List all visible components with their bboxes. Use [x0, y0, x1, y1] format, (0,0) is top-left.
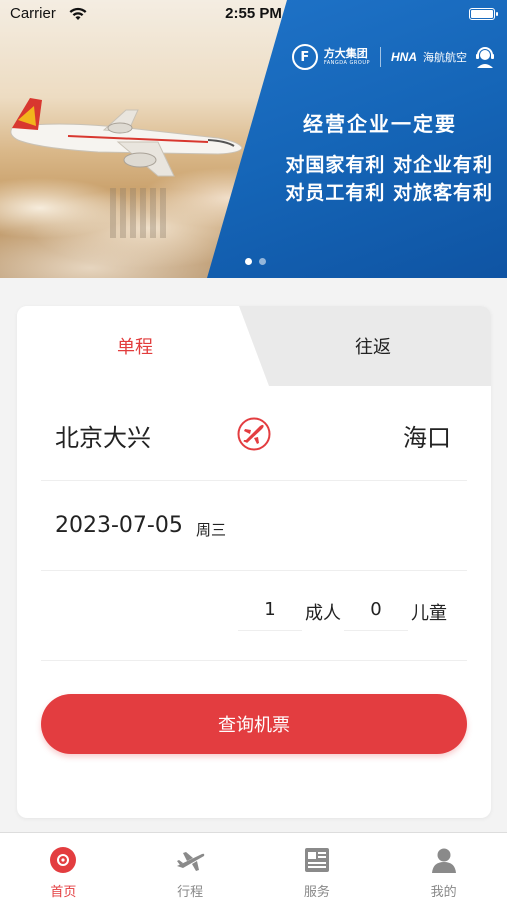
news-icon: [304, 848, 329, 872]
tabbar-label-profile: 我的: [430, 885, 457, 900]
battery-icon: [469, 8, 498, 20]
plane-swap-icon[interactable]: [236, 416, 272, 452]
tabbar-item-services[interactable]: 服务: [254, 833, 381, 900]
tabbar-item-profile[interactable]: 我的: [380, 833, 507, 900]
status-time: 2:55 PM: [225, 5, 282, 22]
route-row: 北京大兴 海口: [41, 386, 467, 481]
search-flights-button[interactable]: 查询机票: [41, 694, 467, 754]
hna-logo: HNA: [391, 50, 417, 64]
banner-logos: F 方大集团 FANGDA GROUP HNA 海航航空: [291, 44, 497, 70]
banner-headline: 经营企业一定要: [303, 112, 457, 136]
banner-slogan-line-2: 对员工有利 对旅客有利: [285, 182, 493, 204]
child-label: 儿童: [411, 603, 447, 624]
plane-icon: [177, 852, 205, 871]
tabbar-label-trips: 行程: [177, 885, 204, 900]
trip-type-tabs: 单程 往返: [17, 306, 491, 386]
user-icon: [431, 848, 456, 873]
home-icon: [50, 847, 77, 873]
customer-service-icon[interactable]: [473, 45, 497, 69]
tab-round-trip[interactable]: 往返: [255, 306, 491, 386]
fangda-logo-icon: F: [291, 44, 318, 70]
banner-slogan-line-1: 对国家有利 对企业有利: [285, 154, 493, 176]
banner-city: [110, 188, 170, 238]
logo-divider: [380, 47, 381, 67]
departure-date[interactable]: 2023-07-05: [55, 513, 183, 538]
airline-name: 海航航空: [423, 51, 467, 64]
status-bar: Carrier 2:55 PM: [0, 0, 507, 30]
child-count-input[interactable]: 0: [344, 599, 408, 631]
tabbar-item-home[interactable]: 首页: [0, 833, 127, 900]
banner-page-indicator: [245, 258, 266, 265]
adult-label: 成人: [305, 603, 341, 624]
departure-city[interactable]: 北京大兴: [55, 418, 151, 453]
tabbar-item-trips[interactable]: 行程: [127, 833, 254, 900]
group-logo-en: FANGDA GROUP: [323, 60, 370, 66]
airplane-image: [10, 98, 243, 177]
tab-one-way[interactable]: 单程: [17, 306, 253, 386]
date-row[interactable]: 2023-07-05 周三: [41, 481, 467, 571]
passenger-row: 1 成人 0 儿童: [41, 571, 467, 661]
page-dot[interactable]: [259, 258, 266, 265]
bottom-tab-bar: 首页 行程 服务 我的: [0, 832, 507, 900]
departure-weekday: 周三: [196, 521, 227, 539]
tabbar-label-services: 服务: [303, 885, 330, 900]
flight-search-card: 单程 往返 北京大兴 海口 2023-07-05 周三 1 成人 0 儿童 查询…: [17, 306, 491, 818]
tabbar-label-home: 首页: [50, 885, 77, 900]
promo-banner[interactable]: F 方大集团 FANGDA GROUP HNA 海航航空 经营企业一定要 对国家…: [0, 0, 507, 278]
group-logo-cn: 方大集团: [323, 47, 368, 60]
adult-count-input[interactable]: 1: [238, 599, 302, 631]
page-dot-active[interactable]: [245, 258, 252, 265]
arrival-city[interactable]: 海口: [403, 418, 451, 453]
